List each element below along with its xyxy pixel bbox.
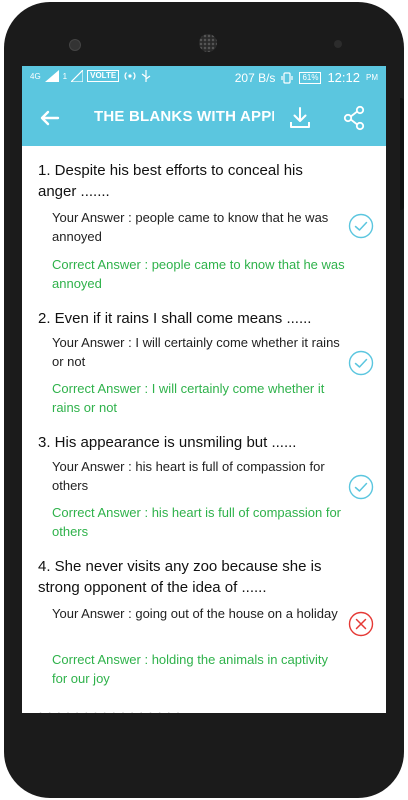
- question-text: 4. She never visits any zoo because she …: [38, 558, 322, 596]
- question-text: 2. Even if it rains I shall come means .…: [38, 310, 312, 327]
- usb-icon: [141, 70, 151, 82]
- toolbar-title: THE BLANKS WITH APPRO: [94, 108, 274, 125]
- check-circle-icon: [348, 474, 374, 500]
- your-answer: Your Answer : going out of the house on …: [52, 606, 338, 621]
- share-icon: [343, 105, 365, 131]
- your-answer: Your Answer : I will certainly come whet…: [52, 335, 340, 369]
- front-camera: [69, 39, 81, 51]
- earpiece-speaker: [199, 34, 217, 52]
- results-list[interactable]: 1. Despite his best efforts to conceal h…: [22, 146, 386, 713]
- check-circle-icon: [348, 213, 374, 239]
- correct-answer: Correct Answer : people came to know tha…: [52, 257, 345, 291]
- volte-badge: VOLTE: [87, 70, 120, 82]
- hotspot-icon: [124, 72, 136, 80]
- clock-ampm: PM: [366, 73, 378, 82]
- network-type: 4G: [30, 71, 41, 81]
- correct-answer: Correct Answer : his heart is full of co…: [52, 505, 342, 539]
- correct-mark: [348, 213, 374, 239]
- battery-indicator: 61%: [299, 71, 322, 84]
- correct-mark: [348, 350, 374, 376]
- signal2-icon: [71, 70, 84, 82]
- your-answer: Your Answer : his heart is full of compa…: [52, 459, 325, 493]
- download-button[interactable]: [286, 104, 314, 132]
- correct-mark: [348, 474, 374, 500]
- back-button[interactable]: [36, 104, 64, 132]
- proximity-sensor: [334, 40, 342, 48]
- vibrate-icon: [281, 71, 294, 84]
- correct-answer: Correct Answer : I will certainly come w…: [52, 381, 325, 415]
- clock: 12:12: [327, 70, 360, 85]
- power-button: [400, 98, 404, 210]
- question-text: 1. Despite his best efforts to conceal h…: [38, 162, 303, 200]
- network-speed: 207 B/s: [234, 70, 276, 85]
- x-circle-icon: [348, 611, 374, 637]
- arrow-left-icon: [40, 110, 60, 126]
- your-answer: Your Answer : people came to know that h…: [52, 210, 329, 244]
- wrong-mark: [348, 611, 374, 637]
- status-bar: 4G 1 VOLTE 207 B/s 61% 12:12 PM: [22, 66, 386, 90]
- share-button[interactable]: [340, 104, 368, 132]
- download-icon: [290, 107, 310, 128]
- next-item-partial: · · · · · · · · · · · · · · · ·: [38, 704, 181, 713]
- question-text: 3. His appearance is unsmiling but .....…: [38, 434, 297, 451]
- signal2-label: 1: [62, 71, 68, 81]
- app-screen: 4G 1 VOLTE 207 B/s 61% 12:12 PM THE BLAN…: [22, 66, 386, 713]
- check-circle-icon: [348, 350, 374, 376]
- signal-icon: [44, 70, 59, 82]
- correct-answer: Correct Answer : holding the animals in …: [52, 652, 329, 686]
- app-toolbar: THE BLANKS WITH APPRO: [22, 90, 386, 146]
